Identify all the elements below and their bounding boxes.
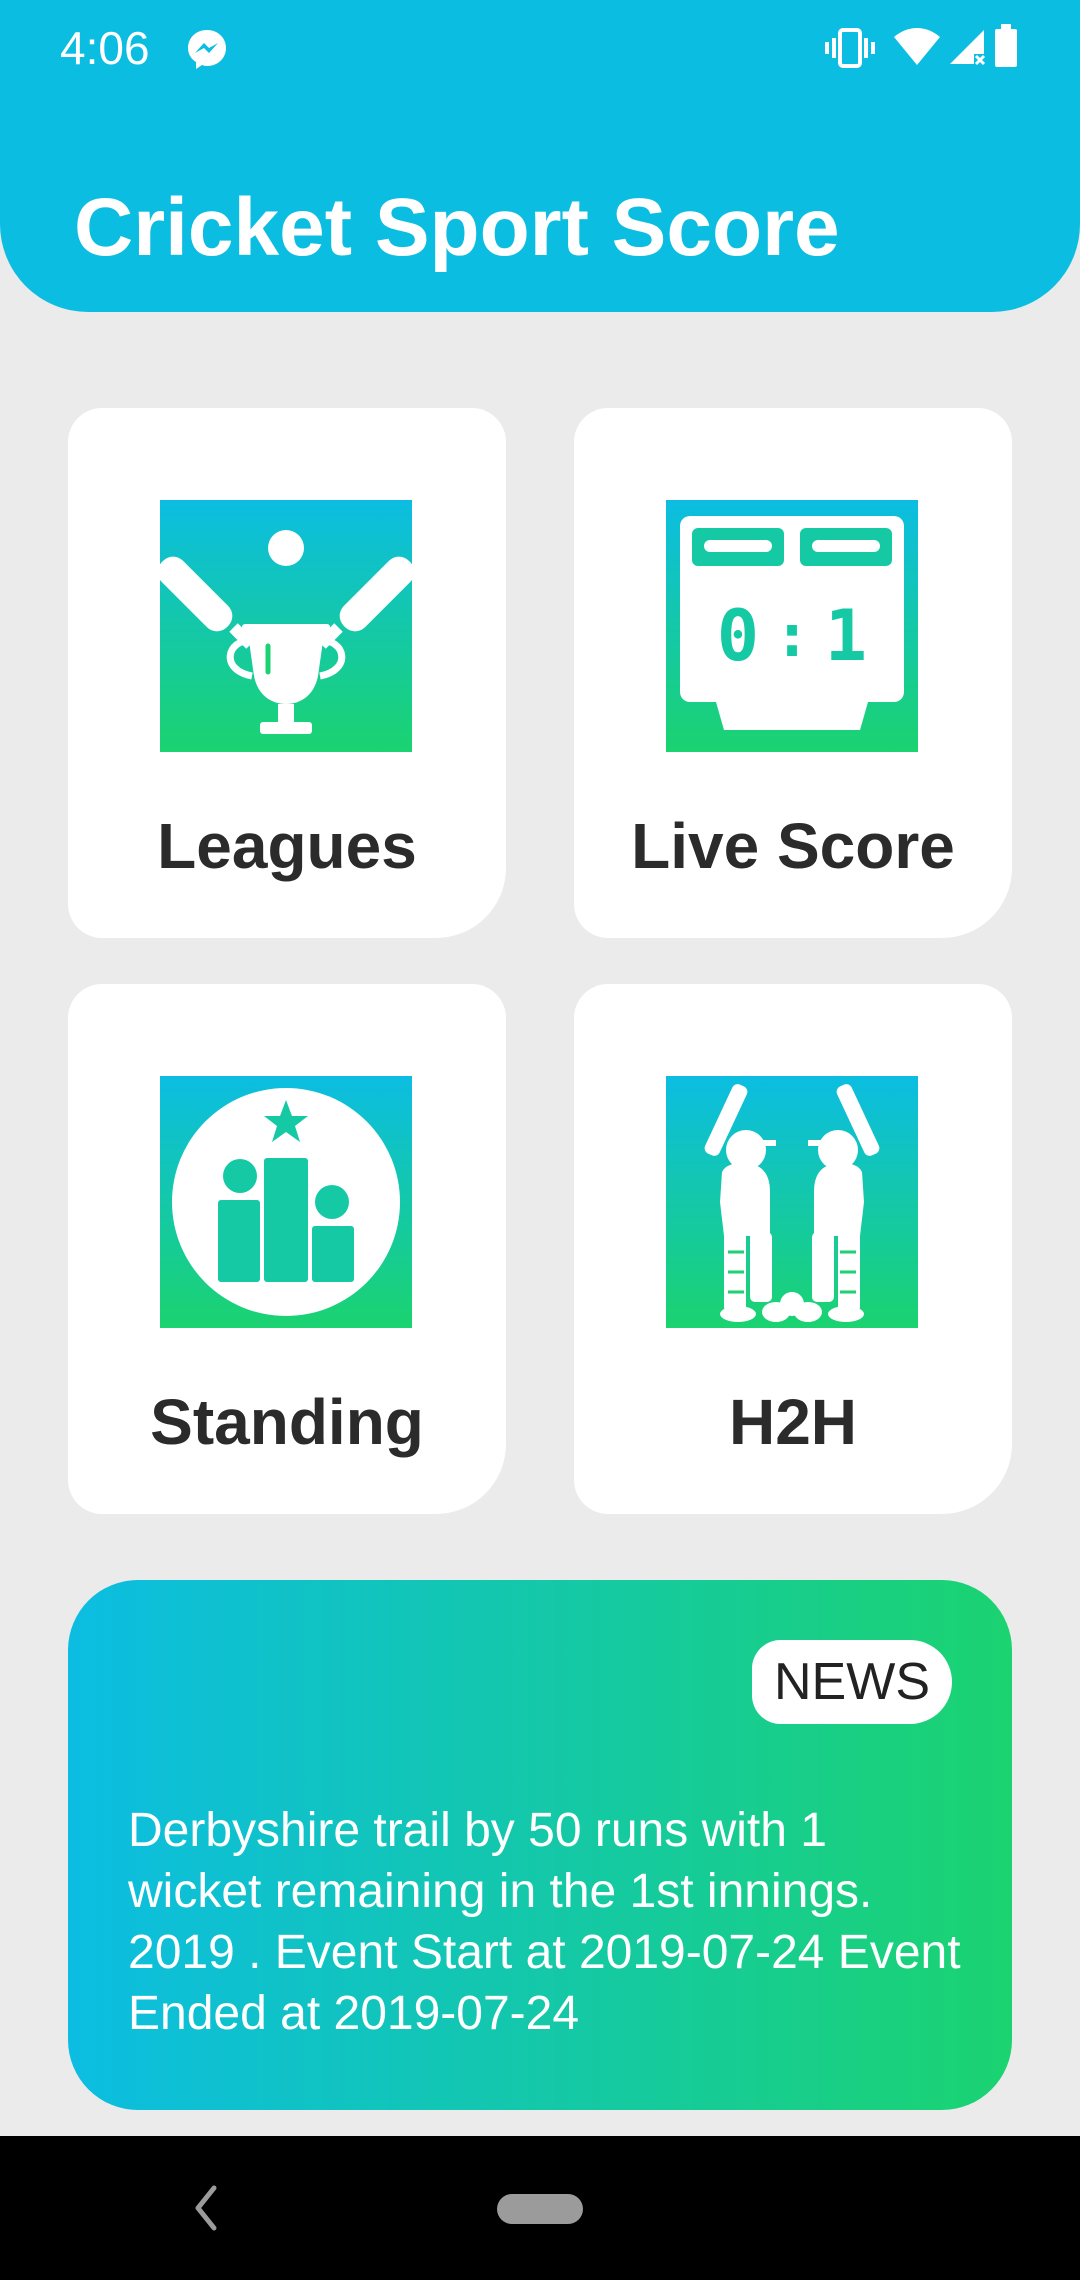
leagues-label: Leagues bbox=[157, 810, 417, 882]
h2h-label: H2H bbox=[728, 1386, 858, 1458]
navigation-bar bbox=[0, 2136, 1080, 2280]
leagues-card[interactable]: Leagues bbox=[68, 408, 506, 938]
standing-card[interactable]: Standing bbox=[68, 984, 506, 1514]
h2h-card[interactable]: H2H bbox=[574, 984, 1012, 1514]
messenger-icon bbox=[188, 30, 226, 69]
status-time: 4:06 bbox=[60, 22, 150, 74]
home-pill-button[interactable] bbox=[497, 2194, 583, 2224]
signal-icon bbox=[950, 30, 986, 66]
live-score-label: Live Score bbox=[631, 810, 955, 882]
news-badge: NEWS bbox=[752, 1640, 952, 1724]
page-title: Cricket Sport Score bbox=[74, 182, 840, 273]
wifi-icon bbox=[894, 28, 940, 65]
score-home: 0 bbox=[717, 595, 759, 677]
news-text: Derbyshire trail by 50 runs with 1 wicke… bbox=[128, 1804, 961, 2040]
standing-label: Standing bbox=[150, 1386, 424, 1458]
batsmen-icon bbox=[666, 1076, 918, 1328]
trophy-bats-icon bbox=[160, 500, 412, 752]
score-separator: : bbox=[774, 601, 810, 671]
battery-icon bbox=[995, 24, 1017, 67]
app-header: 4:06 Cricket Sport Score bbox=[0, 0, 1080, 312]
podium-icon bbox=[160, 1076, 412, 1328]
status-bar: 4:06 bbox=[0, 0, 1080, 96]
live-score-card[interactable]: 0 : 1 Live Score bbox=[574, 408, 1012, 938]
vibrate-icon bbox=[825, 28, 875, 68]
scoreboard-icon: 0 : 1 bbox=[666, 500, 918, 752]
back-icon[interactable] bbox=[188, 2180, 224, 2236]
score-away: 1 bbox=[825, 595, 867, 677]
news-card[interactable]: NEWS Derbyshire trail by 50 runs with 1 … bbox=[68, 1580, 1012, 2110]
